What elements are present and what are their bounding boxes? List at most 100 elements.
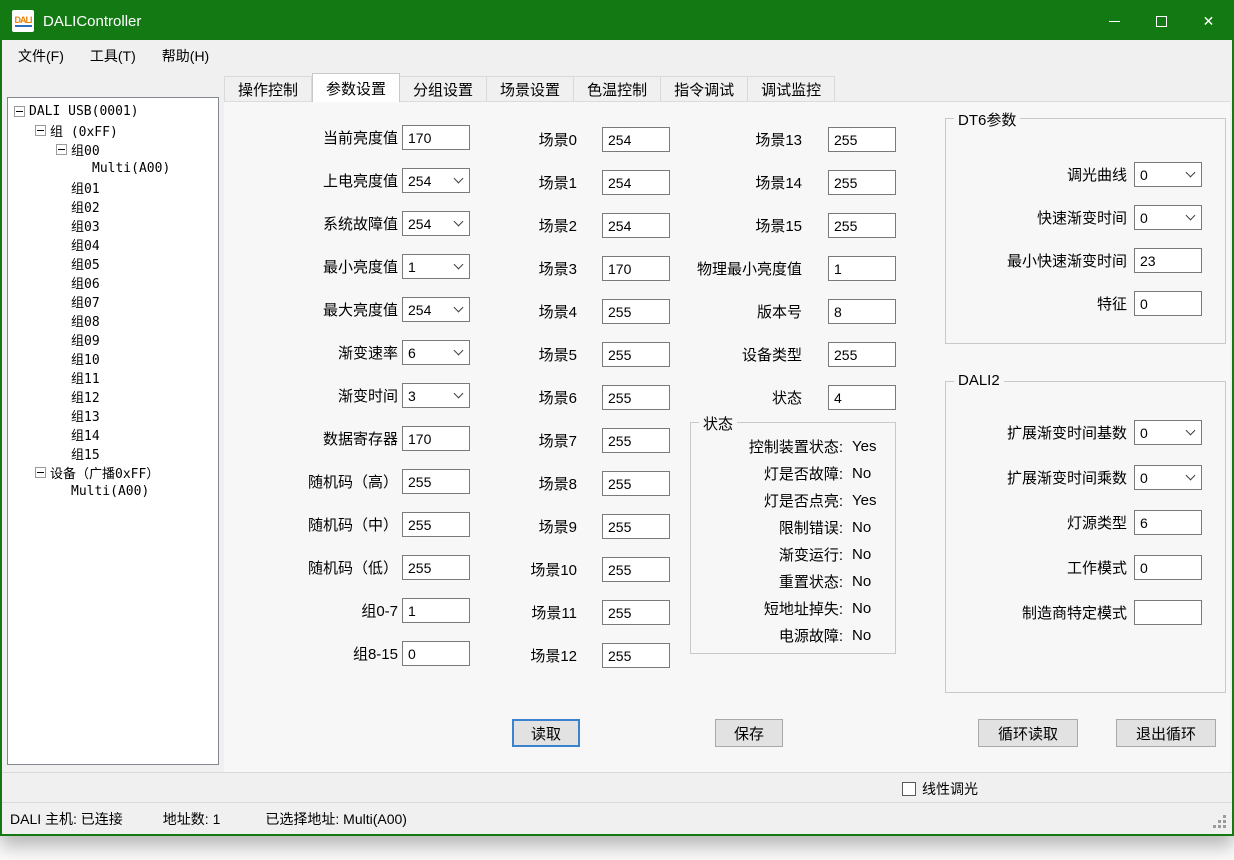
tab-parameter-settings[interactable]: 参数设置 <box>312 73 400 102</box>
chevron-down-icon <box>454 346 464 356</box>
random-code-mid-input[interactable] <box>402 512 470 537</box>
chevron-down-icon <box>454 389 464 399</box>
menu-help[interactable]: 帮助(H) <box>152 42 219 70</box>
status-value-input[interactable] <box>828 385 896 410</box>
maximize-button[interactable] <box>1138 2 1185 40</box>
field-label: 调光曲线 <box>946 164 1134 185</box>
resize-grip[interactable] <box>1223 825 1226 828</box>
scene11-input[interactable] <box>602 600 670 625</box>
combo-value: 0 <box>1140 167 1148 183</box>
tree-item-multi-a00-2[interactable]: Multi(A00) <box>8 482 218 501</box>
device-type-input[interactable] <box>828 342 896 367</box>
collapse-icon[interactable] <box>56 144 67 155</box>
features-input[interactable] <box>1134 291 1202 316</box>
device-tree: DALI USB(0001) 组 (0xFF) 组00 Multi(A00) 组… <box>7 97 219 765</box>
tree-item-group12[interactable]: 组12 <box>8 387 218 406</box>
power-on-level-combo[interactable]: 254 <box>402 168 470 193</box>
tree-item-group00[interactable]: 组00 <box>8 140 218 159</box>
tree-item-group13[interactable]: 组13 <box>8 406 218 425</box>
status-row-label: 灯是否故障: <box>691 463 843 484</box>
field-label: 状态 <box>654 387 802 408</box>
fade-time-combo[interactable]: 3 <box>402 383 470 408</box>
combo-value: 3 <box>408 388 416 404</box>
light-source-type-input[interactable] <box>1134 510 1202 535</box>
loop-read-button[interactable]: 循环读取 <box>978 719 1078 747</box>
tree-item-group05[interactable]: 组05 <box>8 254 218 273</box>
checkbox-icon[interactable] <box>902 782 916 796</box>
data-register-input[interactable] <box>402 426 470 451</box>
dali2-group-title: DALI2 <box>954 372 1004 389</box>
ext-fade-time-mult-combo[interactable]: 0 <box>1134 465 1202 490</box>
scene12-input[interactable] <box>602 643 670 668</box>
tree-item-group01[interactable]: 组01 <box>8 178 218 197</box>
ext-fade-time-base-combo[interactable]: 0 <box>1134 420 1202 445</box>
version-input[interactable] <box>828 299 896 324</box>
tree-item-device-broadcast[interactable]: 设备（广播0xFF） <box>8 463 218 482</box>
tab-grouping-settings[interactable]: 分组设置 <box>400 76 487 102</box>
scene15-input[interactable] <box>828 213 896 238</box>
current-level-input[interactable] <box>402 125 470 150</box>
tree-item-label: 组01 <box>71 178 100 197</box>
collapse-icon[interactable] <box>14 106 25 117</box>
tab-color-temp-control[interactable]: 色温控制 <box>574 76 661 102</box>
physical-min-level-input[interactable] <box>828 256 896 281</box>
tab-scene-settings[interactable]: 场景设置 <box>487 76 574 102</box>
tree-item-group06[interactable]: 组06 <box>8 273 218 292</box>
field-label: 最大亮度值 <box>224 299 402 320</box>
tree-item-group14[interactable]: 组14 <box>8 425 218 444</box>
min-level-combo[interactable]: 1 <box>402 254 470 279</box>
tree-item-group15[interactable]: 组15 <box>8 444 218 463</box>
dim-curve-combo[interactable]: 0 <box>1134 162 1202 187</box>
scene14-input[interactable] <box>828 170 896 195</box>
tree-item-group03[interactable]: 组03 <box>8 216 218 235</box>
field-label: 场景8 <box>484 473 577 494</box>
group-8-15-input[interactable] <box>402 641 470 666</box>
tree-item-group04[interactable]: 组04 <box>8 235 218 254</box>
random-code-high-input[interactable] <box>402 469 470 494</box>
close-button[interactable]: ✕ <box>1185 2 1232 40</box>
linear-dimming-checkbox[interactable]: 线性调光 <box>902 779 978 799</box>
menu-tools[interactable]: 工具(T) <box>80 42 146 70</box>
tab-command-debug[interactable]: 指令调试 <box>661 76 748 102</box>
scene9-input[interactable] <box>602 514 670 539</box>
tab-operation-control[interactable]: 操作控制 <box>224 76 312 102</box>
field-label: 物理最小亮度值 <box>654 258 802 279</box>
footer-strip: 线性调光 <box>2 772 1232 802</box>
tree-item-group08[interactable]: 组08 <box>8 311 218 330</box>
collapse-icon[interactable] <box>35 467 46 478</box>
fade-rate-combo[interactable]: 6 <box>402 340 470 365</box>
tree-item-group09[interactable]: 组09 <box>8 330 218 349</box>
random-code-low-input[interactable] <box>402 555 470 580</box>
scene8-input[interactable] <box>602 471 670 496</box>
save-button[interactable]: 保存 <box>715 719 783 747</box>
tab-debug-monitor[interactable]: 调试监控 <box>748 76 835 102</box>
tree-item-label: 组15 <box>71 444 100 463</box>
field-label: 扩展渐变时间基数 <box>946 422 1134 443</box>
tree-item-dali-usb[interactable]: DALI USB(0001) <box>8 102 218 121</box>
scene7-input[interactable] <box>602 428 670 453</box>
tree-item-group10[interactable]: 组10 <box>8 349 218 368</box>
group-0-7-input[interactable] <box>402 598 470 623</box>
tree-item-group07[interactable]: 组07 <box>8 292 218 311</box>
app-icon-text: DALI <box>15 15 32 27</box>
status-row-label: 控制装置状态: <box>691 436 843 457</box>
manufacturer-mode-input[interactable] <box>1134 600 1202 625</box>
menu-file[interactable]: 文件(F) <box>8 42 74 70</box>
scene13-input[interactable] <box>828 127 896 152</box>
tree-item-group11[interactable]: 组11 <box>8 368 218 387</box>
system-failure-level-combo[interactable]: 254 <box>402 211 470 236</box>
max-level-combo[interactable]: 254 <box>402 297 470 322</box>
tree-item-group02[interactable]: 组02 <box>8 197 218 216</box>
tree-item-multi-a00[interactable]: Multi(A00) <box>8 159 218 178</box>
fast-fade-time-combo[interactable]: 0 <box>1134 205 1202 230</box>
minimize-button[interactable] <box>1091 2 1138 40</box>
scene10-input[interactable] <box>602 557 670 582</box>
operating-mode-input[interactable] <box>1134 555 1202 580</box>
exit-loop-button[interactable]: 退出循环 <box>1116 719 1216 747</box>
field-label: 场景2 <box>484 215 577 236</box>
tree-item-group-root[interactable]: 组 (0xFF) <box>8 121 218 140</box>
min-fast-fade-time-input[interactable] <box>1134 248 1202 273</box>
chevron-down-icon <box>1186 168 1196 178</box>
read-button[interactable]: 读取 <box>512 719 580 747</box>
collapse-icon[interactable] <box>35 125 46 136</box>
